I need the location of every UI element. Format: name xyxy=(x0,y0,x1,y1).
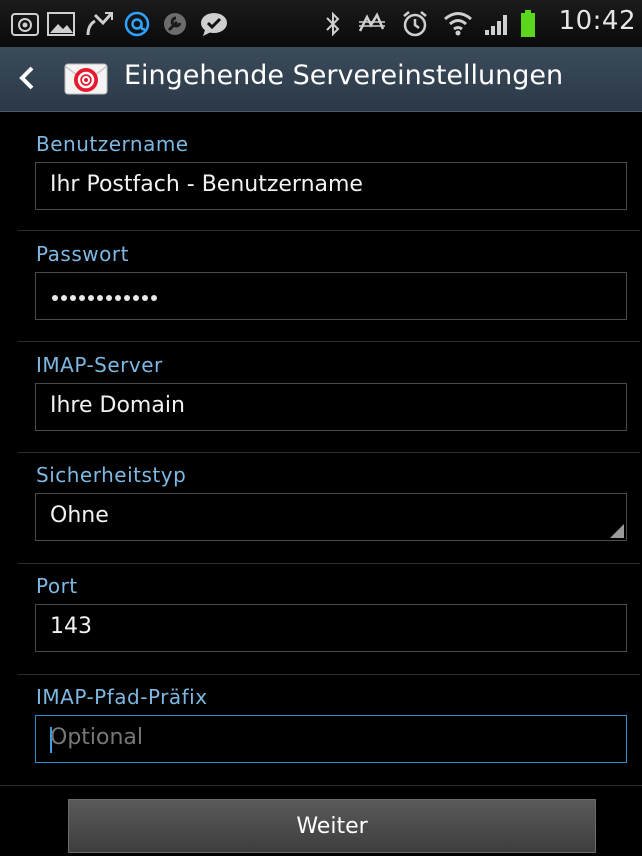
server-label: IMAP-Server xyxy=(36,353,163,377)
next-button[interactable]: Weiter xyxy=(68,799,596,853)
email-at-icon xyxy=(64,58,108,100)
path-prefix-label: IMAP-Pfad-Präfix xyxy=(36,685,208,709)
wrench-icon xyxy=(160,10,190,37)
path-prefix-field[interactable]: Optional xyxy=(35,715,627,763)
security-type-select[interactable]: Ohne xyxy=(35,493,627,541)
security-label: Sicherheitstyp xyxy=(36,463,187,487)
username-label: Benutzername xyxy=(36,132,189,156)
chat-icon xyxy=(198,10,230,37)
password-dot xyxy=(133,295,139,301)
chevron-left-icon xyxy=(19,66,34,90)
signal-icon xyxy=(482,10,512,37)
image-icon xyxy=(46,10,76,37)
password-dot xyxy=(115,295,121,301)
battery-icon xyxy=(518,9,538,37)
password-dot xyxy=(79,295,85,301)
password-dot xyxy=(142,295,148,301)
password-dot xyxy=(61,295,67,301)
server-field[interactable]: Ihre Domain xyxy=(35,383,627,431)
divider xyxy=(18,452,640,453)
camera-icon xyxy=(10,10,40,37)
password-dot xyxy=(106,295,112,301)
status-time: 10:42 xyxy=(558,6,636,36)
password-dot xyxy=(88,295,94,301)
footer-bar: Weiter xyxy=(0,785,642,856)
wifi-icon xyxy=(442,10,474,37)
at-icon xyxy=(122,10,152,37)
divider xyxy=(18,674,640,675)
username-field[interactable]: Ihr Postfach - Benutzername xyxy=(35,162,627,210)
password-dot xyxy=(124,295,130,301)
page-title: Eingehende Servereinstellungen xyxy=(124,60,564,91)
dropdown-corner-icon xyxy=(610,524,624,538)
password-label: Passwort xyxy=(36,242,129,266)
missed-call-icon xyxy=(84,10,114,37)
nfc-icon xyxy=(356,10,388,37)
port-field[interactable]: 143 xyxy=(35,604,627,652)
password-dot xyxy=(70,295,76,301)
port-label: Port xyxy=(36,574,78,598)
divider xyxy=(18,563,640,564)
password-field[interactable] xyxy=(35,272,627,320)
back-button[interactable] xyxy=(14,55,40,101)
path-prefix-placeholder: Optional xyxy=(50,725,144,750)
security-value: Ohne xyxy=(50,503,109,528)
divider xyxy=(18,230,640,231)
server-value: Ihre Domain xyxy=(50,393,185,418)
password-dot xyxy=(52,295,58,301)
password-dot xyxy=(151,295,157,301)
divider xyxy=(18,341,640,342)
action-bar: Eingehende Servereinstellungen xyxy=(0,47,642,112)
port-value: 143 xyxy=(50,614,92,639)
password-dot xyxy=(97,295,103,301)
bluetooth-icon xyxy=(322,10,344,37)
status-bar: 10:42 xyxy=(0,0,642,48)
alarm-icon xyxy=(400,10,430,37)
password-mask xyxy=(52,295,157,301)
username-value: Ihr Postfach - Benutzername xyxy=(50,172,363,197)
